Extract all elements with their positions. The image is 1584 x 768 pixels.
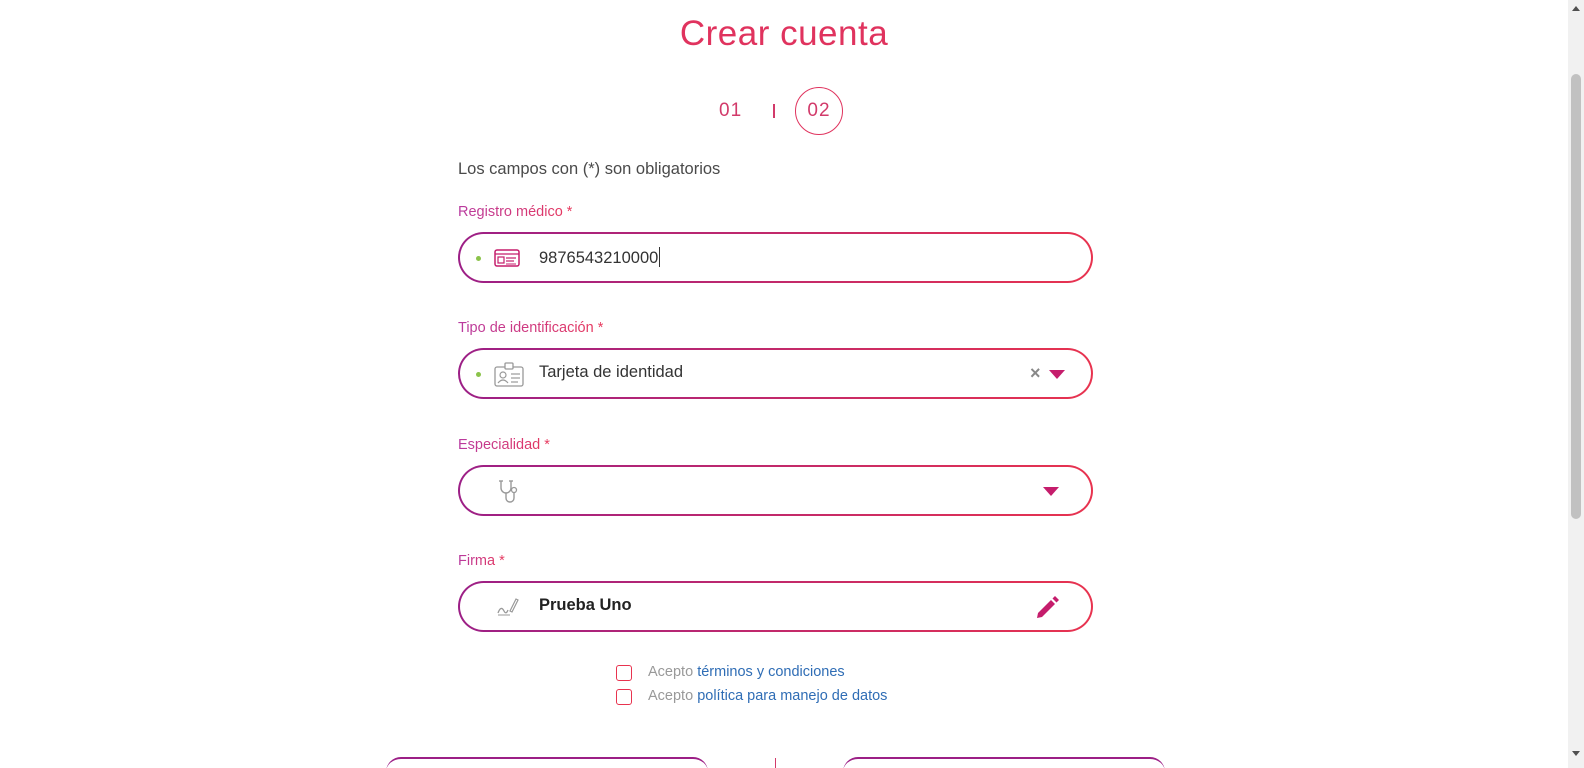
- especialidad-label: Especialidad *: [458, 437, 550, 453]
- step-2-active[interactable]: 02: [795, 87, 843, 135]
- registro-medico-input[interactable]: 9876543210000: [539, 247, 661, 268]
- privacy-checkbox[interactable]: [616, 689, 632, 705]
- chevron-down-icon[interactable]: [1049, 370, 1065, 379]
- id-card-icon: [494, 246, 520, 270]
- scroll-down-icon[interactable]: [1572, 751, 1580, 756]
- scrollbar-thumb[interactable]: [1571, 74, 1581, 519]
- required-fields-note: Los campos con (*) son obligatorios: [458, 160, 721, 178]
- pencil-icon[interactable]: [1033, 593, 1061, 621]
- tipo-identificacion-value: Tarjeta de identidad: [539, 363, 684, 381]
- terms-checkbox[interactable]: [616, 665, 632, 681]
- chevron-down-icon[interactable]: [1043, 487, 1059, 496]
- privacy-link[interactable]: política para manejo de datos: [697, 688, 887, 704]
- submit-button[interactable]: [843, 757, 1165, 768]
- terms-text: Acepto términos y condiciones: [648, 664, 845, 680]
- scrollbar[interactable]: [1568, 0, 1584, 768]
- registro-medico-field[interactable]: 9876543210000: [458, 232, 1093, 283]
- step-indicator: 01 02: [700, 87, 860, 135]
- signature-icon: [496, 595, 522, 619]
- tipo-identificacion-label: Tipo de identificación *: [458, 320, 604, 336]
- back-button[interactable]: [386, 757, 708, 768]
- stethoscope-icon: [496, 479, 522, 503]
- step-1[interactable]: 01: [719, 100, 742, 122]
- firma-value: Prueba Uno: [539, 596, 632, 614]
- button-separator: [775, 758, 776, 768]
- step-separator: [773, 104, 775, 118]
- especialidad-select[interactable]: [458, 465, 1093, 516]
- scroll-up-icon[interactable]: [1572, 6, 1580, 11]
- firma-field[interactable]: Prueba Uno: [458, 581, 1093, 632]
- valid-dot: [476, 372, 481, 377]
- text-caret: [659, 247, 661, 267]
- privacy-text: Acepto política para manejo de datos: [648, 688, 888, 704]
- tipo-identificacion-select[interactable]: Tarjeta de identidad ×: [458, 348, 1093, 399]
- terms-link[interactable]: términos y condiciones: [697, 664, 845, 680]
- page-title: Crear cuenta: [679, 14, 889, 53]
- badge-icon: [494, 362, 524, 387]
- clear-icon[interactable]: ×: [1030, 363, 1041, 384]
- registro-medico-label: Registro médico *: [458, 204, 573, 220]
- firma-label: Firma *: [458, 553, 505, 569]
- signup-page: Crear cuenta 01 02 Los campos con (*) so…: [0, 0, 1584, 768]
- valid-dot: [476, 256, 481, 261]
